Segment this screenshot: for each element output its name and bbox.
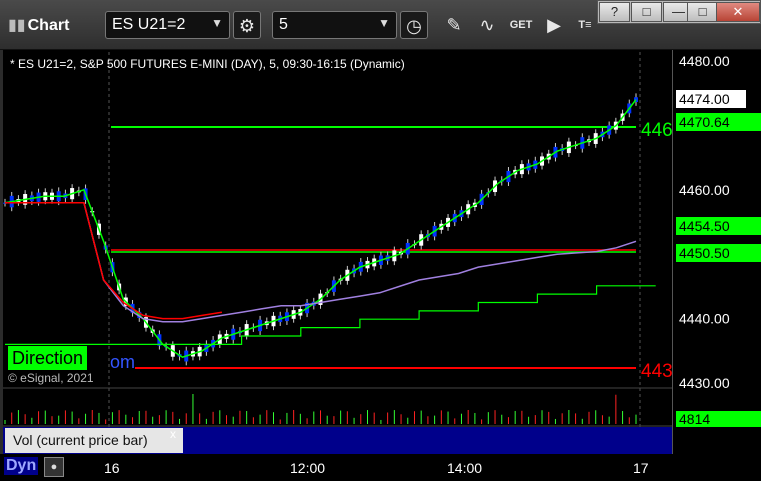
price-tick-label: 4460.00 (679, 182, 730, 198)
volume-value: 4814 (679, 411, 710, 427)
price-label-4450: 4450.50 (679, 245, 730, 261)
price-tick-label: 4480.00 (679, 53, 730, 69)
line-tag-lower: 443 (641, 361, 673, 382)
watermark: © eSignal, 2021 (8, 371, 94, 385)
chart-svg: * ES U21=2, S&P 500 FUTURES E-MINI (DAY)… (3, 52, 761, 454)
green-step-line (5, 285, 656, 345)
volume-study-label[interactable]: Vol (current price bar) (5, 428, 183, 453)
close-icon[interactable]: x (170, 427, 176, 441)
price-tick-label: 4440.00 (679, 311, 730, 327)
price-label-4454: 4454.50 (679, 218, 730, 234)
time-label: 14:00 (447, 460, 483, 476)
red-ma-line (5, 201, 223, 320)
time-label: 12:00 (290, 460, 326, 476)
price-label-4470: 4470.64 (679, 114, 730, 130)
last-price-label: 4474.00 (679, 91, 730, 107)
direction-suffix: om (110, 352, 136, 372)
line-tag-upper: 446 (641, 120, 673, 141)
volume-bars-group (4, 394, 637, 424)
chart-header: * ES U21=2, S&P 500 FUTURES E-MINI (DAY)… (10, 57, 405, 71)
time-label: 16 (104, 460, 120, 476)
dyn-mode[interactable]: Dyn (4, 457, 39, 475)
lock-icon[interactable]: ● (44, 457, 64, 477)
direction-label: Direction (8, 346, 88, 370)
time-label: 17 (633, 460, 649, 476)
price-tick-label: 4430.00 (679, 375, 730, 391)
